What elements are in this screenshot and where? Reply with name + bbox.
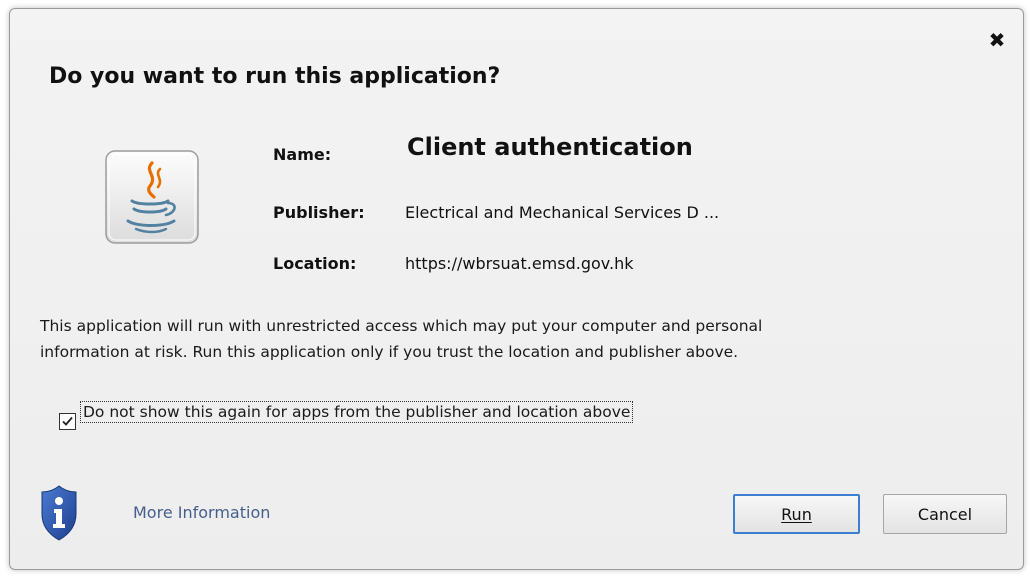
location-label: Location: — [273, 254, 357, 273]
close-icon[interactable]: ✖ — [985, 28, 1009, 52]
security-warning: This application will run with unrestric… — [40, 313, 1000, 365]
name-label: Name: — [273, 145, 332, 164]
run-button-label: Run — [781, 504, 812, 524]
do-not-show-label[interactable]: Do not show this again for apps from the… — [79, 401, 634, 423]
cancel-button[interactable]: Cancel — [883, 494, 1007, 534]
publisher-label: Publisher: — [273, 203, 365, 222]
checkmark-icon — [62, 416, 73, 426]
security-dialog — [9, 8, 1024, 570]
publisher-value: Electrical and Mechanical Services D ... — [405, 203, 720, 222]
info-shield-icon — [40, 484, 78, 542]
location-value: https://wbrsuat.emsd.gov.hk — [405, 254, 634, 273]
run-button[interactable]: Run — [733, 494, 860, 534]
more-information-link[interactable]: More Information — [133, 503, 270, 522]
app-name: Client authentication — [407, 133, 693, 161]
java-icon — [104, 149, 200, 245]
dialog-title: Do you want to run this application? — [49, 64, 501, 89]
warning-line-1: This application will run with unrestric… — [40, 317, 763, 335]
do-not-show-checkbox[interactable] — [59, 413, 76, 430]
cancel-button-label: Cancel — [917, 504, 973, 524]
warning-line-2: information at risk. Run this applicatio… — [40, 343, 739, 361]
